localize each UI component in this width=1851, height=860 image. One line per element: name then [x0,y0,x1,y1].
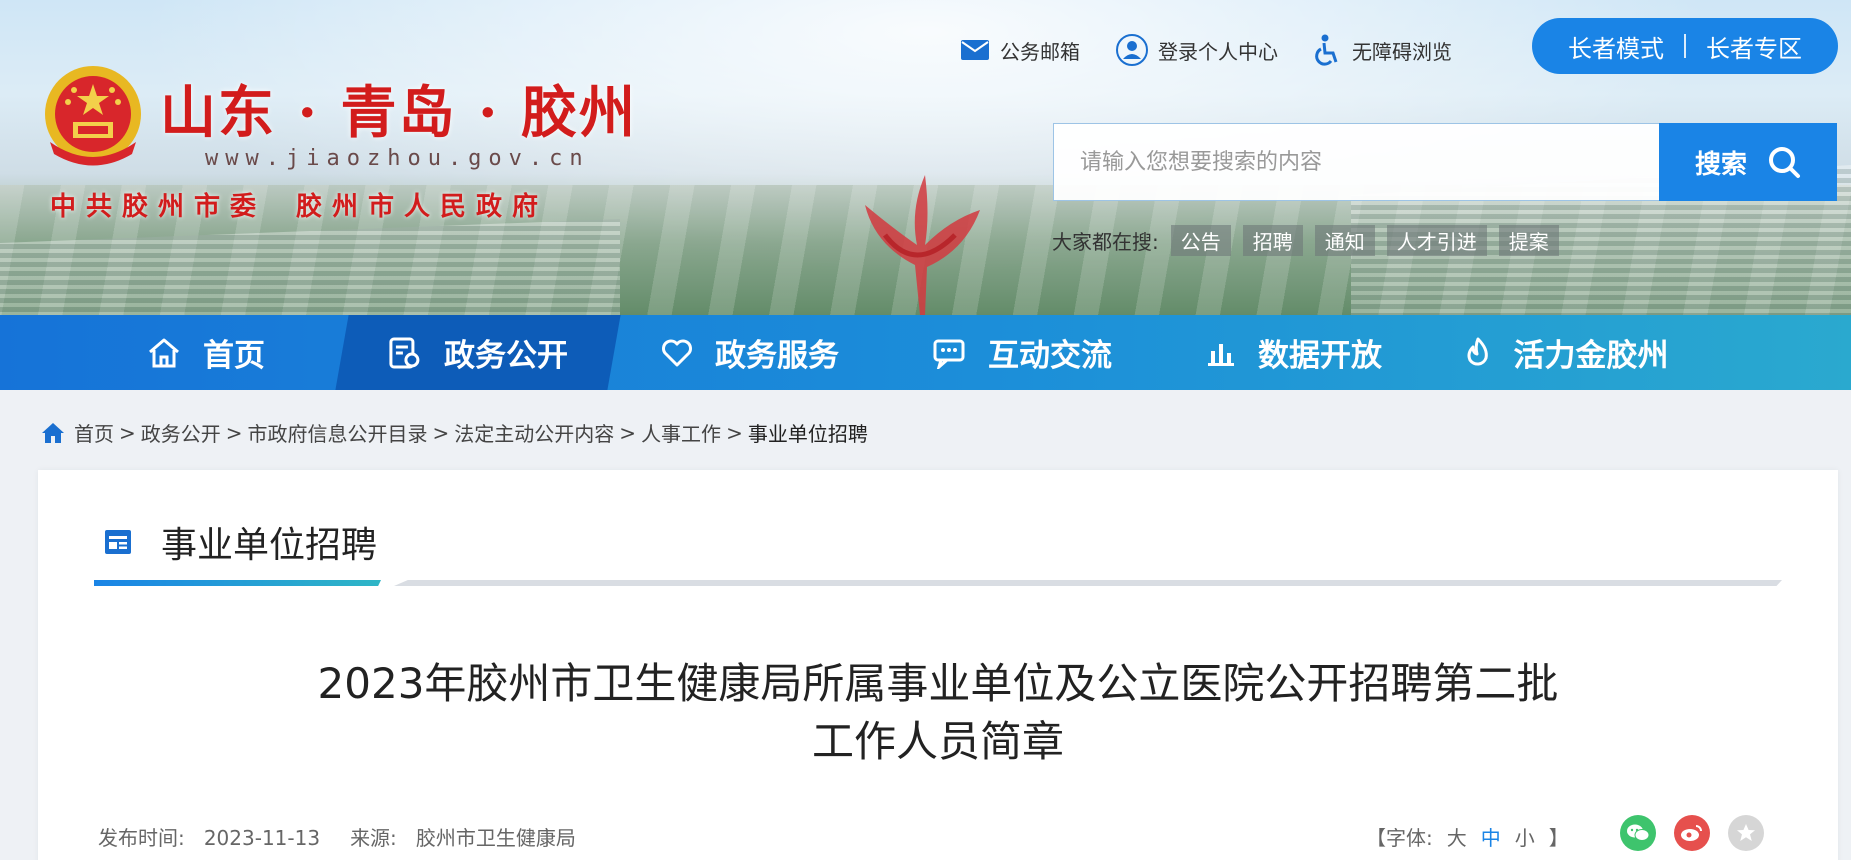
wechat-icon [1627,824,1650,841]
section-title: 事业单位招聘 [161,525,378,566]
personal-center-label: 登录个人中心 [1158,39,1278,64]
document-icon [389,337,420,368]
mail-icon [961,40,989,60]
publish-time-value: 2023-11-13 [203,826,321,850]
font-size-label-close: 】 [1548,826,1569,850]
site-name: 山东 · 青岛 · 胶州 [160,80,637,146]
nav-home-label: 首页 [203,338,265,374]
font-small-button[interactable]: 小 [1515,822,1535,851]
search-button[interactable]: 搜索 [1659,123,1837,201]
nav-vibrant-jiaozhou[interactable]: 活力金胶州 [1430,315,1702,390]
breadcrumb: 首页 > 政务公开 > 市政府信息公开目录 > 法定主动公开内容 > 人事工作 > 事业单… [40,418,868,447]
section-header: 事业单位招聘 [103,516,377,568]
accessibility-icon [1315,34,1338,66]
source-value: 胶州市卫生健康局 [415,826,576,850]
personal-center-link[interactable]: 登录个人中心 [1116,34,1278,66]
breadcrumb-home[interactable]: 首页 [74,418,114,447]
font-large-button[interactable]: 大 [1447,822,1467,851]
breadcrumb-separator: > [432,420,450,445]
hot-tag[interactable]: 通知 [1314,225,1375,256]
share-wechat-button[interactable] [1620,815,1656,851]
breadcrumb-separator: > [726,420,743,445]
nav-interaction[interactable]: 互动交流 [886,315,1158,390]
breadcrumb-statutory-content[interactable]: 法定主动公开内容 [454,418,614,447]
elder-mode-bar: 长者模式 长者专区 [1532,18,1838,74]
favorite-button[interactable] [1728,815,1764,851]
font-size-label: 【字体: [1366,826,1433,850]
news-icon [105,530,131,554]
heart-icon [662,339,692,366]
share-weibo-button[interactable] [1674,815,1710,851]
article-title-line-1: 2023年胶州市卫生健康局所属事业单位及公立医院公开招聘第二批 [317,659,1559,708]
breadcrumb-separator: > [119,420,136,445]
nav-interaction-label: 互动交流 [988,338,1112,374]
top-links: 公务邮箱 登录个人中心 无障碍浏览 [960,34,1452,66]
font-size-controls: 【字体: 大 中 小 】 [1366,822,1569,851]
breadcrumb-separator: > [225,420,243,445]
official-mail-label: 公务邮箱 [1000,39,1080,64]
nav-open-data[interactable]: 数据开放 [1158,315,1430,390]
site-url: www.jiaozhou.gov.cn [205,146,590,171]
search-bar: 搜索 [1053,123,1837,201]
main-nav: 首页 政务公开 政务服务 互动交流 数据开放 活力金胶州 [0,315,1851,390]
hot-tag[interactable]: 提案 [1498,225,1559,256]
publish-time-label: 发布时间: [98,826,185,850]
hot-searches: 大家都在搜: 公告 招聘 通知 人才引进 提案 [1052,225,1559,256]
hot-tag[interactable]: 公告 [1170,225,1231,256]
breadcrumb-government-affairs[interactable]: 政务公开 [141,418,221,447]
article-title: 2023年胶州市卫生健康局所属事业单位及公立医院公开招聘第二批 工作人员简章 [188,655,1688,771]
article-meta: 发布时间: 2023-11-13 来源: 胶州市卫生健康局 [98,822,576,851]
bar-chart-icon [1208,343,1234,366]
nav-government-affairs[interactable]: 政务公开 [335,315,621,390]
home-icon [149,338,179,367]
share-buttons [1620,815,1764,851]
search-input[interactable] [1053,123,1659,201]
nav-government-affairs-label: 政务公开 [444,338,568,374]
hot-tag[interactable]: 人才引进 [1386,225,1487,256]
nav-government-services-label: 政务服务 [715,338,839,374]
org-government: 胶州市人民政府 [296,192,549,222]
star-icon [1737,824,1755,841]
breadcrumb-separator: > [619,420,637,445]
nav-vibrant-jiaozhou-label: 活力金胶州 [1513,338,1669,374]
national-emblem-logo [45,66,141,166]
org-party-committee: 中共胶州市委 [50,192,267,222]
user-icon [1116,34,1148,66]
chat-icon [933,339,965,369]
weibo-icon [1681,825,1702,841]
search-icon [1769,147,1800,178]
breadcrumb-current: 事业单位招聘 [747,422,868,446]
section-underline [94,580,1782,586]
source-label: 来源: [350,826,397,850]
nav-open-data-label: 数据开放 [1258,338,1382,374]
home-icon [42,422,64,443]
official-mail-link[interactable]: 公务邮箱 [960,36,1080,65]
site-header: 山东 · 青岛 · 胶州 www.jiaozhou.gov.cn 中共胶州市委胶… [0,0,1851,315]
publish-time: 发布时间: 2023-11-13 [98,822,320,851]
nav-government-services[interactable]: 政务服务 [614,315,886,390]
elder-mode-button[interactable]: 长者模式 [1568,29,1664,64]
elder-zone-button[interactable]: 长者专区 [1706,29,1802,64]
font-medium-button[interactable]: 中 [1481,822,1501,851]
flame-icon [1467,337,1488,365]
article-title-line-2: 工作人员简章 [811,717,1064,766]
search-button-label: 搜索 [1694,149,1747,180]
nav-home[interactable]: 首页 [70,315,342,390]
accessibility-link[interactable]: 无障碍浏览 [1314,34,1452,66]
site-organizations: 中共胶州市委 胶州市人民政府 [50,186,548,223]
accessibility-label: 无障碍浏览 [1352,39,1452,64]
hot-tag[interactable]: 招聘 [1242,225,1303,256]
breadcrumb-info-catalog[interactable]: 市政府信息公开目录 [248,418,428,447]
divider [1684,34,1686,58]
article-card: 事业单位招聘 2023年胶州市卫生健康局所属事业单位及公立医院公开招聘第二批 工… [38,470,1838,860]
breadcrumb-personnel[interactable]: 人事工作 [641,418,721,447]
red-sculpture-image [865,175,980,315]
hot-searches-label: 大家都在搜: [1052,230,1159,254]
source: 来源: 胶州市卫生健康局 [350,822,576,851]
